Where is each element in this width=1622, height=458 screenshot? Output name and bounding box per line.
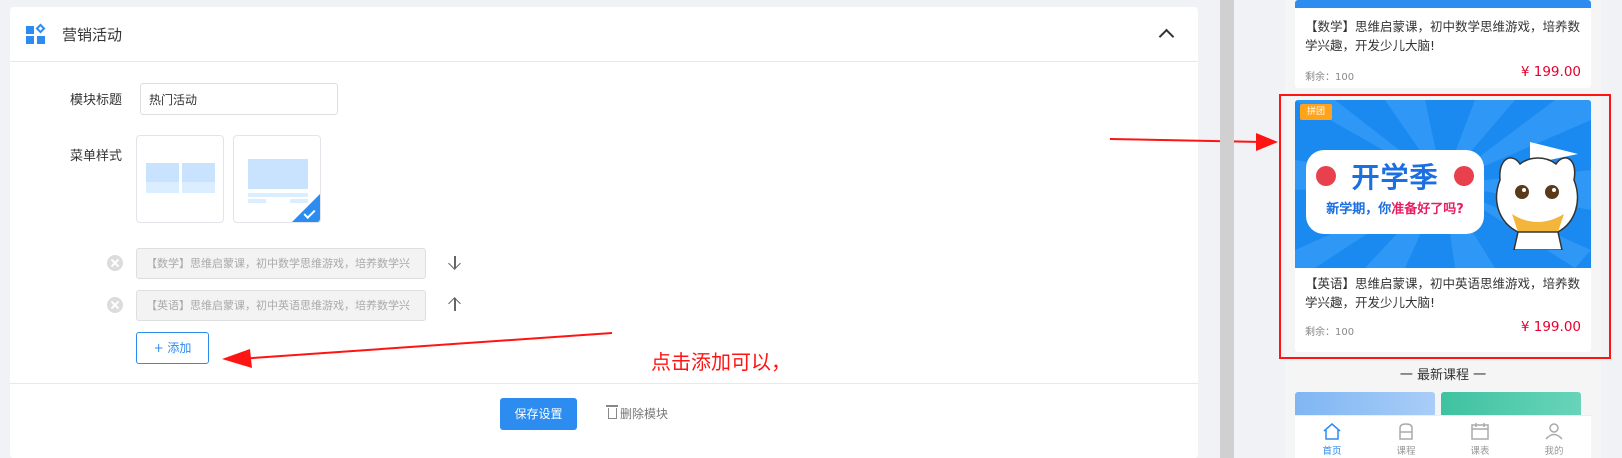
tab-mine[interactable]: 我的 [1517,416,1591,458]
banner-subtitle: 新学期，你准备好了吗? [1326,202,1464,217]
tab-home[interactable]: 首页 [1295,416,1369,458]
course-image [1295,0,1591,8]
banner-title: 开学季 [1351,161,1439,194]
home-icon [1323,423,1341,440]
tab-label: 课程 [1396,446,1416,457]
tab-label: 我的 [1544,446,1564,457]
backpack-icon [1399,423,1413,440]
annotation-arrow-head [222,349,252,368]
bottom-tabbar: 首页 课程 课表 我的 [1295,415,1591,458]
cat-mascot-icon [1495,142,1579,250]
tab-courses[interactable]: 课程 [1369,416,1443,458]
calendar-icon [1471,423,1489,440]
course-title: 【数学】思维启蒙课，初中数学思维游戏，培养数学兴趣，开发少儿大脑! [1305,19,1581,53]
panel-divider [1220,0,1234,458]
tab-label: 首页 [1322,446,1342,457]
annotation-arrow-shaft [238,332,612,360]
annotation-arrow-shaft [1110,138,1262,143]
course-price: ¥ 199.00 [1520,64,1581,80]
tab-schedule[interactable]: 课表 [1443,416,1517,458]
tab-label: 课表 [1470,446,1490,457]
latest-courses-heading: 一 最新课程 一 [1399,368,1487,383]
banner-bubble: 开学季 新学期，你准备好了吗? [1306,150,1484,234]
course-card[interactable]: 【数学】思维启蒙课，初中数学思维游戏，培养数学兴趣，开发少儿大脑! 剩余：100… [1295,0,1591,88]
annotation-arrow-head [1256,133,1278,151]
course-remaining: 剩余：100 [1305,72,1355,83]
phone-preview: 【数学】思维启蒙课，初中数学思维游戏，培养数学兴趣，开发少儿大脑! 剩余：100… [1285,0,1601,458]
group-buy-tag: 拼团 [1300,104,1332,120]
user-icon [1545,423,1563,440]
